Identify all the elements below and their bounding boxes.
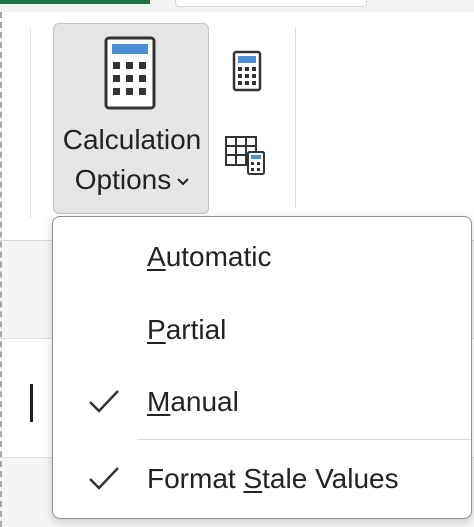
checkmark-icon xyxy=(89,467,119,490)
calculation-options-menu: Automatic Partial Manual Format Stale Va… xyxy=(52,216,472,519)
calculation-options-label-line1: Calculation xyxy=(62,124,202,155)
menu-item-manual[interactable]: Manual xyxy=(53,373,471,431)
calculator-icon xyxy=(104,36,156,110)
menu-item-label: Partial xyxy=(147,314,227,345)
menu-item-label: Automatic xyxy=(147,241,272,272)
calculate-sheet-button[interactable] xyxy=(223,132,267,176)
menu-item-label: Format Stale Values xyxy=(147,463,399,494)
calculation-options-label: Calculation Options xyxy=(54,120,210,200)
ribbon-tab-edge xyxy=(175,0,367,7)
menu-separator xyxy=(137,439,471,440)
selection-marquee xyxy=(0,12,2,527)
menu-item-label: Manual xyxy=(147,386,239,417)
checkmark-icon xyxy=(89,390,119,413)
calculation-options-button[interactable]: Calculation Options xyxy=(53,23,209,214)
ribbon-group-separator xyxy=(295,28,296,208)
ribbon-group-separator xyxy=(30,28,31,218)
chevron-down-icon xyxy=(177,178,189,186)
calculate-now-button[interactable] xyxy=(225,50,269,94)
calculator-small-icon xyxy=(232,50,262,92)
text-cursor xyxy=(30,384,33,422)
app-accent-bar xyxy=(0,0,150,4)
calculation-options-label-line2: Options xyxy=(74,164,172,195)
menu-item-format-stale-values[interactable]: Format Stale Values xyxy=(53,450,471,508)
calculate-sheet-icon xyxy=(225,136,265,175)
menu-item-partial[interactable]: Partial xyxy=(53,301,471,359)
menu-item-automatic[interactable]: Automatic xyxy=(53,228,471,286)
